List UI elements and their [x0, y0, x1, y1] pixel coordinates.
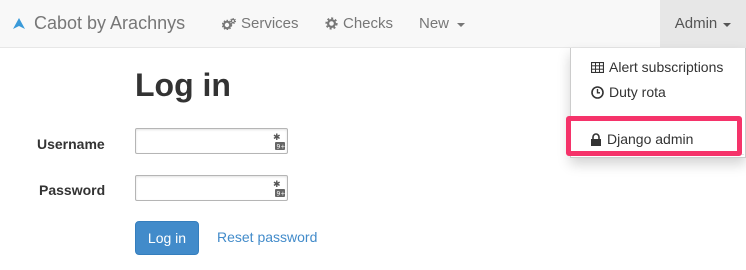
- gear-icon: [325, 17, 338, 30]
- svg-text:✱: ✱: [273, 180, 281, 190]
- brand-name: Cabot by Arachnys: [34, 13, 186, 33]
- menu-item-alert-subscriptions[interactable]: Alert subscriptions: [571, 55, 745, 79]
- arachnys-logo-icon: [13, 17, 25, 29]
- nav-services-label: Services: [241, 15, 299, 32]
- nav-admin[interactable]: Admin: [660, 0, 746, 47]
- caret-down-icon: [723, 22, 732, 27]
- nav-admin-label: Admin: [674, 15, 718, 32]
- menu-item-label: Alert subscriptions: [609, 59, 724, 75]
- nav-checks-label: Checks: [343, 15, 394, 32]
- username-field[interactable]: ✱ 9+: [135, 128, 288, 154]
- nav-new[interactable]: New: [419, 0, 466, 47]
- gears-icon: [222, 17, 236, 30]
- navbar: Cabot by Arachnys Services Checks New Ad…: [0, 0, 746, 48]
- reset-password-link[interactable]: Reset password: [217, 229, 317, 245]
- menu-item-label: Django admin: [607, 131, 694, 147]
- menu-item-duty-rota[interactable]: Duty rota: [571, 80, 745, 104]
- password-label: Password: [39, 182, 106, 198]
- clock-icon: [591, 85, 604, 99]
- password-manager-icon: ✱ 9+: [273, 133, 286, 151]
- menu-item-label: Duty rota: [609, 84, 666, 100]
- svg-text:9+: 9+: [277, 144, 286, 151]
- password-manager-icon: ✱ 9+: [273, 180, 286, 198]
- svg-text:9+: 9+: [277, 191, 286, 198]
- login-button[interactable]: Log in: [135, 221, 199, 255]
- brand-link[interactable]: Cabot by Arachnys: [12, 0, 185, 47]
- lock-icon: [591, 132, 601, 146]
- page-title: Log in: [135, 67, 231, 103]
- django-admin-highlight: Django admin: [566, 116, 742, 156]
- nav-checks[interactable]: Checks: [325, 0, 393, 47]
- nav-new-label: New: [419, 15, 450, 32]
- password-field[interactable]: ✱ 9+: [135, 175, 288, 201]
- menu-item-django-admin[interactable]: Django admin: [571, 127, 737, 151]
- caret-down-icon: [457, 22, 466, 27]
- svg-text:✱: ✱: [273, 133, 281, 143]
- table-icon: [591, 61, 604, 73]
- username-label: Username: [37, 136, 105, 152]
- nav-services[interactable]: Services: [222, 0, 299, 47]
